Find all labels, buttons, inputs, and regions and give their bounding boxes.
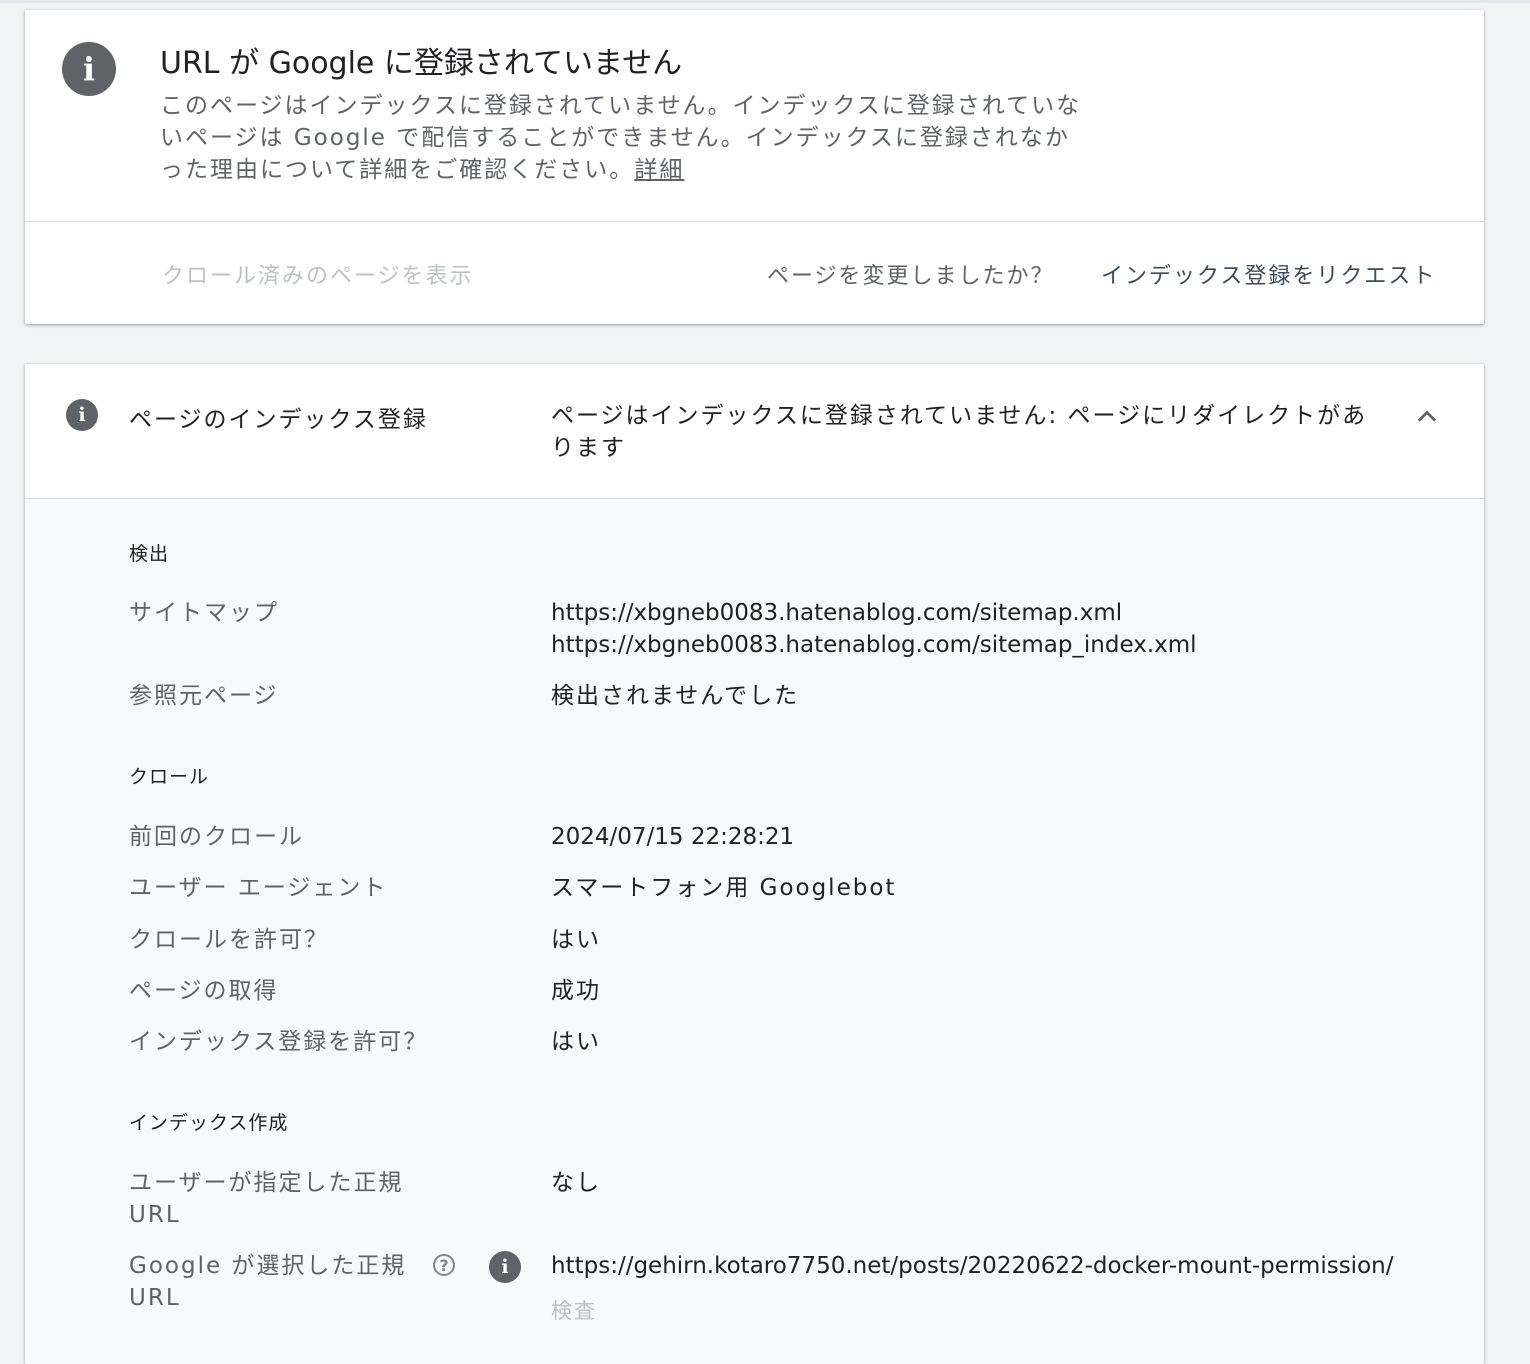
last-crawl-label: 前回のクロール [129, 824, 304, 850]
section-title: ページのインデックス登録 [129, 407, 428, 433]
chevron-up-icon[interactable] [1413, 402, 1441, 430]
learn-more-link[interactable]: 詳細 [634, 157, 684, 183]
sitemap-label: サイトマップ [129, 600, 279, 626]
page-changed-prompt: ページを変更しましたか？ [767, 264, 1055, 289]
sitemap-url: https://xbgneb0083.hatenablog.com/sitema… [551, 632, 1197, 658]
info-icon: i [66, 399, 98, 431]
card-divider [25, 221, 1484, 222]
user-canonical-label-url: URL [129, 1202, 181, 1228]
section-status: ページはインデックスに登録されていません: ページにリダイレクトがあります [551, 403, 1368, 461]
top-divider [0, 0, 1530, 3]
crawl-allowed-label: クロールを許可？ [129, 927, 329, 953]
referring-page-label: 参照元ページ [129, 683, 279, 709]
last-crawl-value: 2024/07/15 22:28:21 [551, 824, 795, 850]
user-canonical-label: ユーザーが指定した正規 [129, 1170, 404, 1196]
indexing-details: 検出 サイトマップ https://xbgneb0083.hatenablog.… [25, 498, 1484, 1364]
google-canonical-value: https://gehirn.kotaro7750.net/posts/2022… [551, 1253, 1394, 1279]
url-status-card: i URL が Google に登録されていません このページはインデックスに登… [25, 10, 1484, 324]
user-canonical-value: なし [551, 1170, 601, 1196]
help-icon[interactable]: ? [433, 1254, 455, 1276]
referring-page-value: 検出されませんでした [551, 683, 800, 709]
crawl-heading: クロール [129, 766, 210, 788]
page-fetch-value: 成功 [551, 978, 601, 1004]
google-canonical-label: Google が選択した正規 [129, 1253, 407, 1279]
sitemap-url: https://xbgneb0083.hatenablog.com/sitema… [551, 600, 1123, 626]
info-icon[interactable]: i [489, 1251, 521, 1283]
google-canonical-label-url: URL [129, 1285, 181, 1311]
page-indexing-card: i ページのインデックス登録 ページはインデックスに登録されていません: ページ… [25, 364, 1484, 1364]
status-description: このページはインデックスに登録されていません。インデックスに登録されていないペー… [160, 90, 1090, 186]
status-description-text: このページはインデックスに登録されていません。インデックスに登録されていないペー… [160, 93, 1082, 183]
indexing-allowed-value: はい [551, 1029, 601, 1055]
inspect-link[interactable]: 検査 [551, 1295, 597, 1325]
status-title: URL が Google に登録されていません [160, 46, 683, 81]
indexing-heading: インデックス作成 [129, 1112, 289, 1134]
user-agent-value: スマートフォン用 Googlebot [551, 875, 897, 901]
info-icon: i [62, 42, 116, 96]
page-fetch-label: ページの取得 [129, 978, 279, 1004]
request-indexing-button[interactable]: インデックス登録をリクエスト [1101, 258, 1436, 290]
discovery-heading: 検出 [129, 543, 170, 565]
crawl-allowed-value: はい [551, 927, 601, 953]
user-agent-label: ユーザー エージェント [129, 875, 388, 901]
view-crawled-page-button[interactable]: クロール済みのページを表示 [162, 258, 474, 290]
indexing-allowed-label: インデックス登録を許可？ [129, 1029, 429, 1055]
